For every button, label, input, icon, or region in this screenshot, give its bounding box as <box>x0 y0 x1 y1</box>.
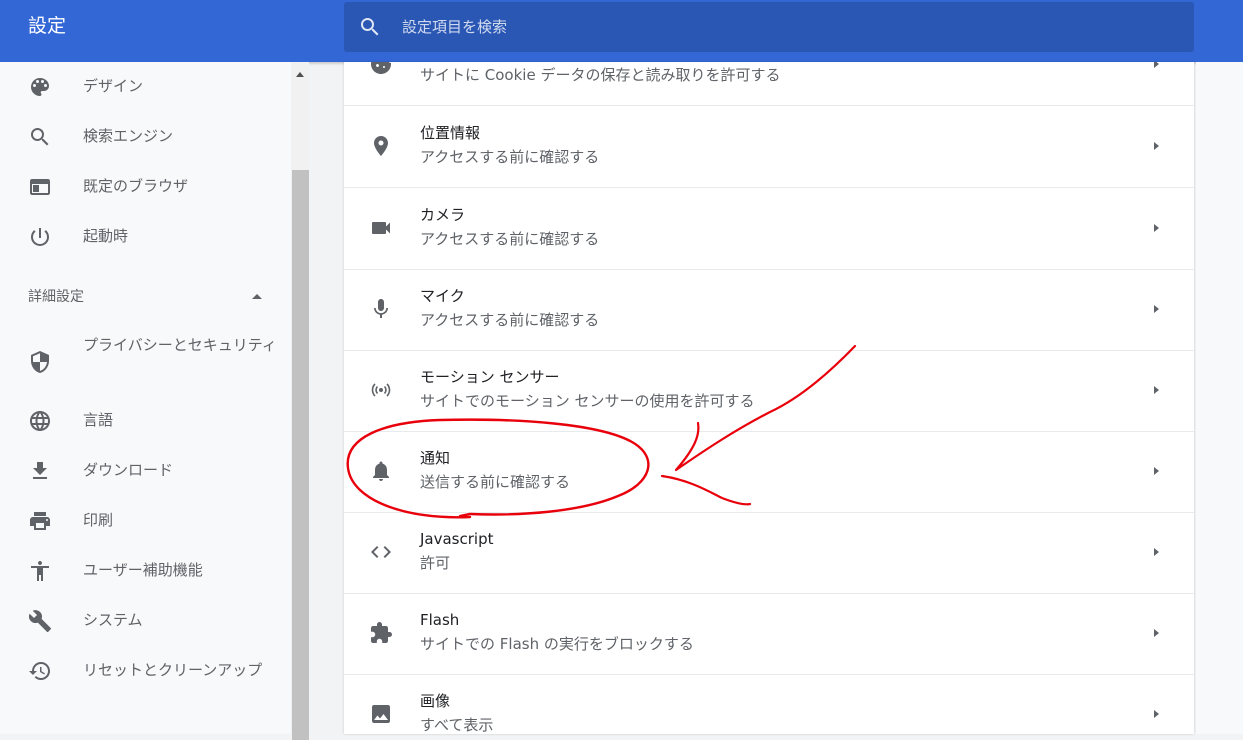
sidebar-item-system[interactable]: システム <box>0 596 290 646</box>
scroll-up-arrow-icon[interactable] <box>295 70 305 78</box>
scrollbar-thumb[interactable] <box>292 170 309 740</box>
right-margin <box>1196 62 1243 734</box>
cookie-icon <box>371 62 391 74</box>
sidebar-item-label: 起動時 <box>83 227 129 245</box>
top-bar: 設定 <box>0 0 1243 62</box>
chevron-right-icon[interactable] <box>1150 62 1162 70</box>
globe-icon <box>30 411 50 431</box>
sidebar-item-reset-cleanup[interactable]: リセットとクリーンアップ <box>0 646 290 696</box>
settings-row-camera[interactable]: カメラ アクセスする前に確認する <box>344 188 1194 270</box>
search-icon[interactable] <box>358 15 382 39</box>
browser-window-icon <box>30 179 50 195</box>
settings-row-cookies[interactable]: サイトに Cookie データの保存と読み取りを許可する <box>344 62 1194 106</box>
sidebar-item-label: ダウンロード <box>83 461 174 479</box>
sidebar-item-label: デザイン <box>83 77 144 95</box>
chevron-right-icon[interactable] <box>1150 465 1162 477</box>
sidebar-item-label: 言語 <box>83 411 114 429</box>
sidebar-item-label: プライバシーとセキュリティ <box>83 336 277 354</box>
accessibility-icon <box>31 561 49 581</box>
power-icon <box>30 228 49 246</box>
chevron-right-icon[interactable] <box>1150 384 1162 396</box>
chevron-right-icon[interactable] <box>1150 627 1162 639</box>
chevron-right-icon[interactable] <box>1150 222 1162 234</box>
chevron-right-icon[interactable] <box>1150 708 1162 720</box>
shield-icon <box>31 351 49 373</box>
settings-row-microphone[interactable]: マイク アクセスする前に確認する <box>344 269 1194 351</box>
row-title: Javascript <box>420 530 494 548</box>
code-icon <box>371 546 391 558</box>
sidebar-scrollbar[interactable] <box>291 62 309 740</box>
row-title: マイク <box>420 287 465 305</box>
microphone-icon <box>374 299 388 318</box>
row-title: 画像 <box>420 692 451 710</box>
sidebar-item-on-startup[interactable]: 起動時 <box>0 212 290 262</box>
page-title: 設定 <box>28 15 67 37</box>
search-input[interactable] <box>402 2 1162 52</box>
bell-icon <box>373 461 389 481</box>
sidebar-item-languages[interactable]: 言語 <box>0 396 290 446</box>
sidebar-item-default-browser[interactable]: 既定のブラウザ <box>0 162 290 212</box>
sidebar-item-appearance[interactable]: デザイン <box>0 62 290 112</box>
sidebar-item-label: システム <box>83 611 143 629</box>
sidebar-item-label: 印刷 <box>83 511 114 529</box>
settings-row-location[interactable]: 位置情報 アクセスする前に確認する <box>344 106 1194 188</box>
image-icon <box>372 705 390 723</box>
chevron-right-icon[interactable] <box>1150 303 1162 315</box>
search-box[interactable] <box>344 2 1194 52</box>
restore-icon <box>29 662 50 680</box>
row-subtitle: 送信する前に確認する <box>420 473 571 491</box>
sidebar-item-label: リセットとクリーンアップ <box>83 661 263 679</box>
settings-row-images[interactable]: 画像 すべて表示 <box>344 674 1194 734</box>
sidebar-item-downloads[interactable]: ダウンロード <box>0 446 290 496</box>
wrench-icon <box>28 610 51 632</box>
location-pin-icon <box>374 136 388 156</box>
row-title: Flash <box>420 611 460 629</box>
sidebar-item-accessibility[interactable]: ユーザー補助機能 <box>0 546 290 596</box>
camera-icon <box>372 222 390 234</box>
row-subtitle: すべて表示 <box>420 716 494 734</box>
sidebar-item-label: ユーザー補助機能 <box>83 561 203 579</box>
sidebar-item-printing[interactable]: 印刷 <box>0 496 290 546</box>
search-icon <box>31 128 49 146</box>
sidebar: デザイン 検索エンジン 既定のブラウザ 起動時 詳細設定 プライバシーとセキュリ… <box>0 62 292 734</box>
row-subtitle: サイトでのモーション センサーの使用を許可する <box>420 392 755 410</box>
chevron-right-icon[interactable] <box>1150 546 1162 558</box>
row-subtitle: アクセスする前に確認する <box>420 230 600 248</box>
row-subtitle: アクセスする前に確認する <box>420 311 600 329</box>
printer-icon <box>30 512 50 530</box>
row-title: モーション センサー <box>420 368 560 386</box>
advanced-section-header[interactable]: 詳細設定 <box>28 286 84 306</box>
download-icon <box>33 462 47 479</box>
settings-row-javascript[interactable]: Javascript 許可 <box>344 512 1194 594</box>
palette-icon <box>31 78 49 96</box>
settings-row-motion-sensors[interactable]: モーション センサー サイトでのモーション センサーの使用を許可する <box>344 350 1194 432</box>
row-title: カメラ <box>420 206 466 224</box>
sidebar-item-label: 検索エンジン <box>83 127 174 145</box>
chevron-right-icon[interactable] <box>1150 140 1162 152</box>
puzzle-icon <box>371 622 392 643</box>
sidebar-item-privacy[interactable]: プライバシーとセキュリティ <box>0 332 290 392</box>
sidebar-item-search-engine[interactable]: 検索エンジン <box>0 112 290 162</box>
row-subtitle: 許可 <box>420 554 451 572</box>
row-title: 位置情報 <box>420 124 481 142</box>
settings-row-notifications[interactable]: 通知 送信する前に確認する <box>344 431 1194 513</box>
caret-up-icon[interactable] <box>250 291 264 301</box>
sidebar-item-label: 既定のブラウザ <box>83 177 189 195</box>
row-subtitle: アクセスする前に確認する <box>420 148 600 166</box>
motion-sensor-icon <box>371 383 391 397</box>
row-subtitle: サイトに Cookie データの保存と読み取りを許可する <box>420 66 781 84</box>
row-title: 通知 <box>420 449 451 467</box>
site-settings-list: サイトに Cookie データの保存と読み取りを許可する 位置情報 アクセスする… <box>344 62 1194 734</box>
settings-row-flash[interactable]: Flash サイトでの Flash の実行をブロックする <box>344 593 1194 675</box>
row-subtitle: サイトでの Flash の実行をブロックする <box>420 635 694 653</box>
